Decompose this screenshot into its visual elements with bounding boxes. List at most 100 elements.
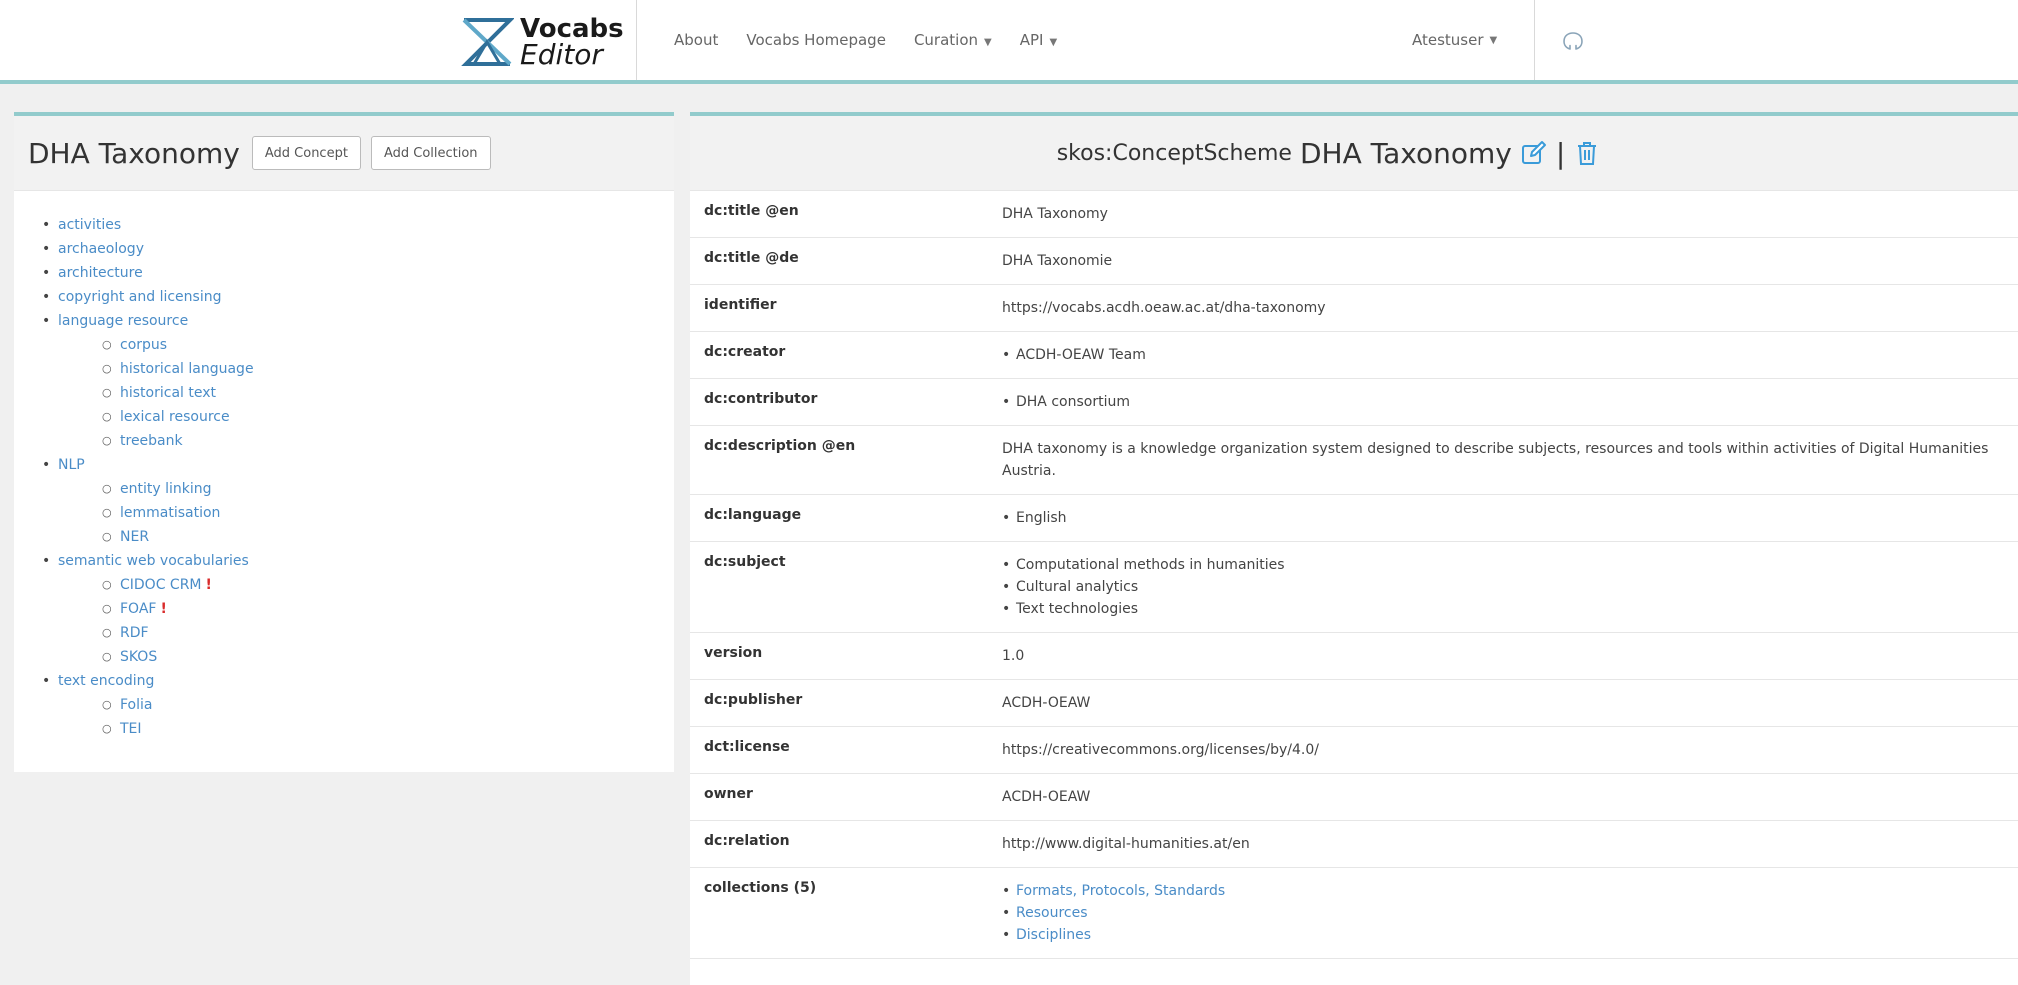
concept-link[interactable]: language resource — [58, 313, 188, 329]
nav-about[interactable]: About — [674, 31, 718, 49]
property-key: identifier — [690, 284, 1002, 332]
concept-link[interactable]: text encoding — [58, 673, 154, 689]
caret-down-icon: ▼ — [1049, 37, 1058, 48]
concept-link[interactable]: FOAF — [120, 601, 156, 617]
github-icon[interactable] — [1561, 28, 1585, 52]
concept-link[interactable]: treebank — [120, 433, 183, 449]
tree-item: NLP entity linking lemmatisation NER — [42, 453, 674, 549]
concept-link[interactable]: copyright and licensing — [58, 289, 221, 305]
edit-icon[interactable] — [1520, 139, 1548, 167]
concept-link[interactable]: entity linking — [120, 481, 212, 497]
property-key: owner — [690, 773, 1002, 821]
concept-link[interactable]: historical text — [120, 385, 216, 401]
navbar: Vocabs Editor About Vocabs Homepage Cura… — [0, 0, 2018, 84]
concept-sublist: CIDOC CRM! FOAF! RDF SKOS — [58, 573, 674, 669]
nav-api-dropdown[interactable]: API ▼ — [1020, 31, 1057, 49]
tree-subitem: RDF — [58, 621, 674, 645]
brand-line-2: Editor — [520, 38, 603, 71]
concept-link[interactable]: corpus — [120, 337, 167, 353]
collection-link[interactable]: Resources — [1016, 905, 1088, 921]
property-row: dc:publisher ACDH-OEAW — [690, 679, 2018, 727]
nav-vocabs-homepage[interactable]: Vocabs Homepage — [746, 31, 886, 49]
user-dropdown[interactable]: Atestuser ▼ — [1412, 0, 1497, 80]
caret-down-icon: ▼ — [984, 37, 992, 48]
concept-sublist: Folia TEI — [58, 693, 674, 741]
property-value: Formats, Protocols, Standards Resources Di… — [1002, 867, 2018, 959]
concept-sublist: entity linking lemmatisation NER — [58, 477, 674, 549]
property-value: DHA taxonomy is a knowledge organization… — [1002, 425, 2018, 495]
concept-tree-panel: DHA Taxonomy Add Concept Add Collection … — [14, 112, 674, 772]
collection-list: Formats, Protocols, Standards Resources Di… — [1002, 880, 1998, 946]
concept-link[interactable]: SKOS — [120, 649, 157, 665]
tree-subitem: lexical resource — [58, 405, 674, 429]
concept-link[interactable]: activities — [58, 217, 121, 233]
concept-link[interactable]: semantic web vocabularies — [58, 553, 249, 569]
tree-subitem: historical text — [58, 381, 674, 405]
warning-marker: ! — [205, 577, 212, 593]
concept-link[interactable]: TEI — [120, 721, 142, 737]
nav-api-label: API — [1019, 31, 1044, 49]
add-concept-button[interactable]: Add Concept — [251, 136, 361, 170]
tree-item: text encoding Folia TEI — [42, 669, 674, 741]
property-row: version 1.0 — [690, 632, 2018, 680]
property-row: owner ACDH-OEAW — [690, 773, 2018, 821]
tree-subitem: lemmatisation — [58, 501, 674, 525]
property-key: dc:title @en — [690, 191, 1002, 238]
property-row: dc:contributorDHA consortium — [690, 378, 2018, 426]
concept-link[interactable]: RDF — [120, 625, 149, 641]
nav-curation-dropdown[interactable]: Curation ▼ — [914, 31, 992, 49]
property-key: dc:subject — [690, 541, 1002, 633]
tree-item: semantic web vocabularies CIDOC CRM! FOAF!… — [42, 549, 674, 669]
concept-link[interactable]: lemmatisation — [120, 505, 220, 521]
property-row: dc:creatorACDH-OEAW Team — [690, 331, 2018, 379]
tree-subitem: NER — [58, 525, 674, 549]
property-key: dc:language — [690, 494, 1002, 542]
brand-link[interactable]: Vocabs Editor — [460, 14, 624, 70]
scheme-title: DHA Taxonomy — [28, 136, 240, 170]
property-value: DHA consortium — [1002, 378, 2018, 426]
tree-subitem: TEI — [58, 717, 674, 741]
concept-link[interactable]: NLP — [58, 457, 85, 473]
tree-item: activities — [42, 213, 674, 237]
concept-tree: activities archaeology architecture copyrig… — [14, 191, 674, 741]
value-item: DHA consortium — [1002, 391, 1998, 413]
concept-link[interactable]: historical language — [120, 361, 254, 377]
property-row: dc:subjectComputational methods in human… — [690, 541, 2018, 633]
value-item: Text technologies — [1002, 598, 1998, 620]
concept-link[interactable]: CIDOC CRM — [120, 577, 202, 593]
value-item: English — [1002, 507, 1998, 529]
property-row: dc:description @en DHA taxonomy is a know… — [690, 425, 2018, 495]
tree-subitem: FOAF! — [58, 597, 674, 621]
collection-link[interactable]: Disciplines — [1016, 927, 1091, 943]
property-key: version — [690, 632, 1002, 680]
property-value: Computational methods in humanitiesCultu… — [1002, 541, 2018, 633]
property-key: dct:license — [690, 726, 1002, 774]
concept-list: activities archaeology architecture copyrig… — [42, 213, 674, 741]
property-value: ACDH-OEAW — [1002, 679, 2018, 727]
concept-link[interactable]: Folia — [120, 697, 152, 713]
detail-title: DHA Taxonomy — [1299, 136, 1512, 170]
add-collection-button[interactable]: Add Collection — [370, 136, 491, 170]
value-item: Cultural analytics — [1002, 576, 1998, 598]
trash-icon[interactable] — [1573, 139, 1601, 167]
value-list: Computational methods in humanitiesCultu… — [1002, 554, 1998, 620]
concept-link[interactable]: lexical resource — [120, 409, 230, 425]
value-list: English — [1002, 507, 1998, 529]
value-list: DHA consortium — [1002, 391, 1998, 413]
main-nav: About Vocabs Homepage Curation ▼ API ▼ — [674, 0, 1085, 80]
property-row: dc:languageEnglish — [690, 494, 2018, 542]
property-key: dc:contributor — [690, 378, 1002, 426]
value-list: ACDH-OEAW Team — [1002, 344, 1998, 366]
tree-item: language resource corpus historical langua… — [42, 309, 674, 453]
collection-link[interactable]: Formats, Protocols, Standards — [1016, 883, 1225, 899]
navbar-divider — [636, 0, 637, 80]
property-value: https://vocabs.acdh.oeaw.ac.at/dha-taxon… — [1002, 284, 2018, 332]
property-row: dc:relation http://www.digital-humanities… — [690, 820, 2018, 868]
tree-item: architecture — [42, 261, 674, 285]
collection-item: Resources — [1002, 902, 1998, 924]
concept-link[interactable]: architecture — [58, 265, 143, 281]
concept-link[interactable]: NER — [120, 529, 149, 545]
property-key: dc:description @en — [690, 425, 1002, 495]
property-value: English — [1002, 494, 2018, 542]
concept-link[interactable]: archaeology — [58, 241, 144, 257]
